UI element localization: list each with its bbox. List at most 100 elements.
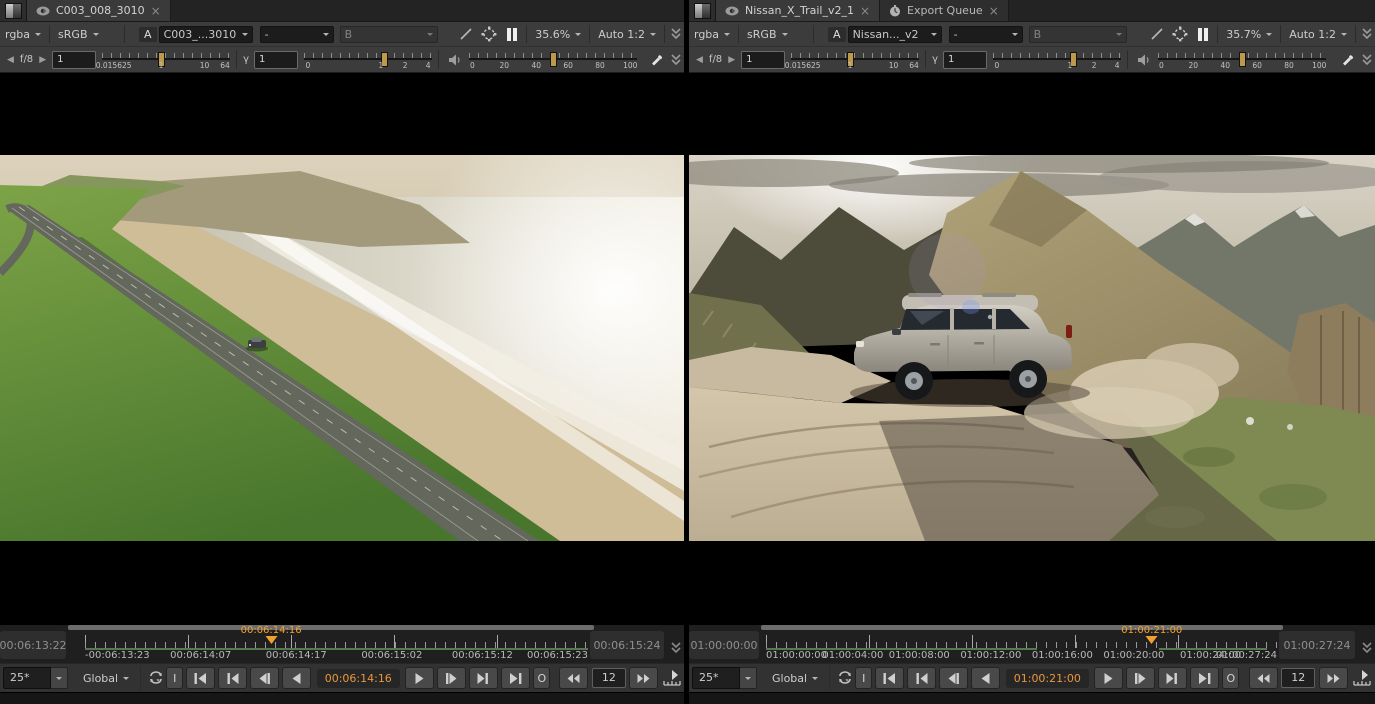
gamma-input[interactable]: 1 bbox=[254, 51, 298, 69]
collapse-toolbar-icon[interactable] bbox=[668, 27, 684, 41]
step-increment-button[interactable] bbox=[629, 667, 658, 689]
set-out-button[interactable]: O bbox=[533, 667, 550, 689]
next-keyframe-button[interactable] bbox=[469, 667, 498, 689]
prev-keyframe-button[interactable] bbox=[218, 667, 247, 689]
zoom-select[interactable]: 35.7% bbox=[1221, 28, 1277, 41]
gain-slider[interactable]: 0.015625 1 10 64 bbox=[102, 49, 230, 71]
slider-handle[interactable] bbox=[550, 52, 557, 67]
fstop-down-button[interactable]: ◀ bbox=[694, 55, 705, 65]
play-backward-button[interactable] bbox=[971, 667, 1000, 689]
eyedropper-icon[interactable] bbox=[646, 53, 668, 67]
pane-menu-button[interactable] bbox=[689, 0, 716, 21]
compare-mode-select[interactable]: - bbox=[260, 26, 334, 43]
proxy-select[interactable]: Auto 1:2 bbox=[1284, 28, 1352, 41]
volume-slider[interactable]: 0 20 40 60 80 100 bbox=[1158, 49, 1326, 71]
loop-mode-button[interactable] bbox=[836, 670, 854, 686]
collapse-toolbar-icon[interactable] bbox=[668, 53, 684, 67]
viewport[interactable] bbox=[689, 73, 1375, 625]
step-decrement-button[interactable] bbox=[1249, 667, 1278, 689]
fstop-up-button[interactable]: ▶ bbox=[726, 55, 737, 65]
input-a-select[interactable]: Nissan..._v2 bbox=[848, 26, 942, 43]
input-a-select[interactable]: C003_...3010 bbox=[159, 26, 253, 43]
volume-slider[interactable]: 0 20 40 60 80 100 bbox=[469, 49, 637, 71]
goto-start-button[interactable] bbox=[875, 667, 904, 689]
channels-select[interactable]: rgba bbox=[0, 28, 46, 41]
speaker-icon[interactable] bbox=[445, 54, 465, 66]
goto-end-button[interactable] bbox=[1190, 667, 1219, 689]
play-forward-button[interactable] bbox=[405, 667, 434, 689]
proxy-select[interactable]: Auto 1:2 bbox=[593, 28, 661, 41]
colorspace-select[interactable]: sRGB bbox=[742, 28, 810, 41]
frame-step-input[interactable]: 12 bbox=[592, 668, 626, 688]
input-b-select[interactable]: B bbox=[1029, 26, 1127, 43]
pause-updates-icon[interactable] bbox=[501, 28, 523, 41]
gain-input[interactable]: 1 bbox=[52, 51, 96, 69]
step-back-button[interactable] bbox=[250, 667, 279, 689]
timeline-zoom-bar[interactable] bbox=[68, 625, 594, 630]
close-icon[interactable]: × bbox=[860, 5, 870, 17]
step-decrement-button[interactable] bbox=[559, 667, 588, 689]
gamma-slider[interactable]: 0 1 2 4 bbox=[304, 49, 432, 71]
tab-viewer[interactable]: Nissan_X_Trail_v2_1 × bbox=[716, 0, 880, 21]
roi-icon[interactable] bbox=[1168, 26, 1192, 42]
compare-mode-select[interactable]: - bbox=[949, 26, 1023, 43]
timeline-ruler[interactable]: 01:00:00:00 01:00:04:00 01:00:08:00 01:0… bbox=[766, 631, 1277, 661]
slider-handle[interactable] bbox=[1239, 52, 1246, 67]
wipe-tool-icon[interactable] bbox=[455, 27, 477, 41]
tab-export-queue[interactable]: Export Queue × bbox=[880, 0, 1009, 21]
fps-select[interactable]: 25* bbox=[692, 667, 757, 689]
gain-input[interactable]: 1 bbox=[741, 51, 785, 69]
loop-mode-button[interactable] bbox=[147, 670, 165, 686]
set-in-button[interactable]: I bbox=[166, 667, 183, 689]
gamma-input[interactable]: 1 bbox=[943, 51, 987, 69]
pane-menu-button[interactable] bbox=[0, 0, 27, 21]
current-timecode[interactable]: 00:06:14:16 bbox=[317, 669, 400, 688]
gamma-slider[interactable]: 0 1 2 4 bbox=[993, 49, 1121, 71]
viewport[interactable] bbox=[0, 73, 684, 625]
step-increment-button[interactable] bbox=[1319, 667, 1348, 689]
timeline-ruler[interactable]: -00:06:13:23 00:06:14:07 00:06:14:17 00:… bbox=[85, 631, 588, 661]
gain-slider[interactable]: 0.015625 1 10 64 bbox=[791, 49, 919, 71]
flipbook-render-icon[interactable] bbox=[1349, 669, 1375, 687]
tick-label: 1 bbox=[378, 61, 383, 70]
channels-select[interactable]: rgba bbox=[689, 28, 735, 41]
pause-updates-icon[interactable] bbox=[1192, 28, 1214, 41]
speaker-icon[interactable] bbox=[1134, 54, 1154, 66]
fstop-up-button[interactable]: ▶ bbox=[37, 55, 48, 65]
zoom-select[interactable]: 35.6% bbox=[530, 28, 586, 41]
step-back-button[interactable] bbox=[939, 667, 968, 689]
set-out-button[interactable]: O bbox=[1222, 667, 1239, 689]
collapse-timeline-icon[interactable] bbox=[670, 641, 682, 655]
collapse-toolbar-icon[interactable] bbox=[1359, 27, 1375, 41]
roi-icon[interactable] bbox=[477, 26, 501, 42]
collapse-toolbar-icon[interactable] bbox=[1359, 53, 1375, 67]
current-timecode[interactable]: 01:00:21:00 bbox=[1006, 669, 1089, 688]
fps-select[interactable]: 25* bbox=[3, 667, 68, 689]
playhead[interactable]: 00:06:14:16 bbox=[241, 625, 302, 650]
timeline-zoom-bar[interactable] bbox=[761, 625, 1283, 630]
close-icon[interactable]: × bbox=[989, 5, 999, 17]
playhead[interactable]: 01:00:21:00 bbox=[1121, 625, 1182, 650]
play-backward-button[interactable] bbox=[282, 667, 311, 689]
fstop-down-button[interactable]: ◀ bbox=[5, 55, 16, 65]
wipe-tool-icon[interactable] bbox=[1146, 27, 1168, 41]
collapse-timeline-icon[interactable] bbox=[1361, 641, 1373, 655]
prev-keyframe-button[interactable] bbox=[907, 667, 936, 689]
frame-step-input[interactable]: 12 bbox=[1281, 668, 1315, 688]
step-forward-button[interactable] bbox=[1126, 667, 1155, 689]
tab-viewer[interactable]: C003_008_3010 × bbox=[27, 0, 171, 21]
input-b-select[interactable]: B bbox=[340, 26, 438, 43]
step-forward-button[interactable] bbox=[437, 667, 466, 689]
goto-start-button[interactable] bbox=[186, 667, 215, 689]
range-mode-select[interactable]: Global bbox=[78, 672, 134, 685]
flipbook-render-icon[interactable] bbox=[660, 669, 684, 687]
close-icon[interactable]: × bbox=[151, 5, 161, 17]
tick-label: 10 bbox=[200, 61, 210, 70]
set-in-button[interactable]: I bbox=[855, 667, 872, 689]
eyedropper-icon[interactable] bbox=[1337, 53, 1359, 67]
next-keyframe-button[interactable] bbox=[1158, 667, 1187, 689]
range-mode-select[interactable]: Global bbox=[767, 672, 823, 685]
play-forward-button[interactable] bbox=[1094, 667, 1123, 689]
colorspace-select[interactable]: sRGB bbox=[53, 28, 121, 41]
goto-end-button[interactable] bbox=[501, 667, 530, 689]
